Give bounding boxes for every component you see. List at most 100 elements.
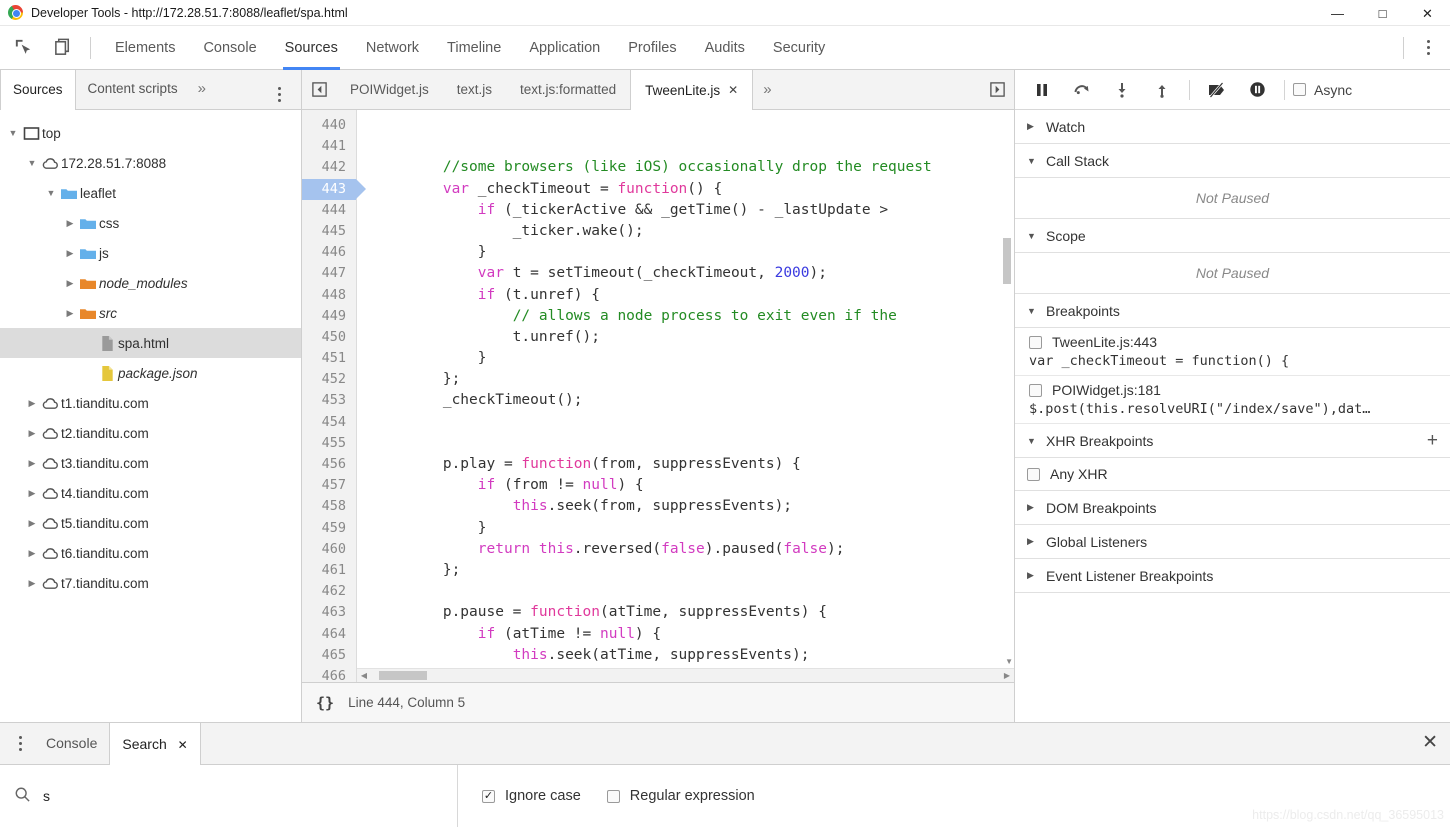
line-number[interactable]: 459: [302, 518, 356, 539]
line-number[interactable]: 458: [302, 496, 356, 517]
async-checkbox[interactable]: [1293, 83, 1306, 96]
code-line[interactable]: p.pause = function(atTime, suppressEvent…: [373, 602, 1014, 623]
xhr-breakpoint-checkbox[interactable]: [1027, 467, 1040, 481]
tab-sources[interactable]: Sources: [271, 26, 352, 70]
code-line[interactable]: // allows a node process to exit even if…: [373, 306, 1014, 327]
tab-console[interactable]: Console: [189, 26, 270, 70]
chevron-right-icon[interactable]: ▶: [25, 548, 39, 559]
editor-vertical-scrollbar[interactable]: [1000, 110, 1014, 668]
editor-tab-text-js[interactable]: text.js: [443, 70, 506, 109]
code-line[interactable]: }: [373, 518, 1014, 539]
line-number[interactable]: 465: [302, 645, 356, 666]
code-line[interactable]: };: [373, 560, 1014, 581]
code-line[interactable]: this.seek(from, suppressEvents);: [373, 496, 1014, 517]
section-watch[interactable]: ▶ Watch: [1015, 110, 1450, 144]
line-number[interactable]: 464: [302, 624, 356, 645]
search-input[interactable]: s: [0, 765, 458, 827]
scroll-tabs-right-icon[interactable]: [980, 70, 1014, 109]
pretty-print-icon[interactable]: {}: [316, 694, 334, 712]
code-line[interactable]: if (from != null) {: [373, 475, 1014, 496]
navigator-tab-sources[interactable]: Sources: [0, 70, 76, 110]
line-number[interactable]: 455: [302, 433, 356, 454]
line-number[interactable]: 462: [302, 581, 356, 602]
line-number[interactable]: 441: [302, 136, 356, 157]
line-number[interactable]: 444: [302, 200, 356, 221]
code-line[interactable]: t.unref();: [373, 327, 1014, 348]
code-line[interactable]: if (atTime != null) {: [373, 624, 1014, 645]
code-line[interactable]: _ticker.wake();: [373, 221, 1014, 242]
tab-application[interactable]: Application: [515, 26, 614, 70]
file-tree-item[interactable]: ▶ t7.tianditu.com: [0, 568, 301, 598]
source-code[interactable]: //some browsers (like iOS) occasionally …: [357, 110, 1014, 682]
chevron-down-icon[interactable]: ▼: [6, 128, 20, 138]
file-tree-item[interactable]: ▶ src: [0, 298, 301, 328]
file-tree-item[interactable]: ▶ node_modules: [0, 268, 301, 298]
minimize-button[interactable]: —: [1315, 0, 1360, 26]
line-number[interactable]: 449: [302, 306, 356, 327]
section-dom-breakpoints[interactable]: ▶ DOM Breakpoints: [1015, 491, 1450, 525]
chevron-right-icon[interactable]: ▶: [25, 518, 39, 529]
line-number[interactable]: 466: [302, 666, 356, 682]
pause-on-exceptions-button[interactable]: [1238, 73, 1276, 107]
tab-elements[interactable]: Elements: [101, 26, 189, 70]
line-number[interactable]: 451: [302, 348, 356, 369]
code-line[interactable]: if (t.unref) {: [373, 285, 1014, 306]
regex-option[interactable]: Regular expression: [606, 788, 755, 804]
line-number[interactable]: 450: [302, 327, 356, 348]
ignore-case-checkbox[interactable]: ✓: [482, 789, 495, 803]
editor-tab-tweenlite[interactable]: TweenLite.js ✕: [630, 70, 754, 110]
close-icon[interactable]: ✕: [728, 83, 738, 97]
deactivate-breakpoints-button[interactable]: [1198, 73, 1236, 107]
chevron-right-icon[interactable]: ▶: [63, 278, 77, 289]
line-number[interactable]: 445: [302, 221, 356, 242]
file-tree-item[interactable]: ▶ t4.tianditu.com: [0, 478, 301, 508]
close-drawer-icon[interactable]: ✕: [1422, 733, 1438, 752]
scroll-right-arrow-icon[interactable]: ▶: [1000, 671, 1014, 680]
inspect-element-icon[interactable]: [6, 31, 40, 65]
line-number[interactable]: 454: [302, 412, 356, 433]
regex-checkbox[interactable]: [606, 789, 620, 803]
code-line[interactable]: [373, 412, 1014, 433]
close-icon[interactable]: ✕: [178, 738, 188, 752]
code-line[interactable]: this.seek(atTime, suppressEvents);: [373, 645, 1014, 666]
breakpoint-item[interactable]: TweenLite.js:443 var _checkTimeout = fun…: [1015, 328, 1450, 376]
line-number[interactable]: 447: [302, 263, 356, 284]
devtools-menu-icon[interactable]: [1414, 33, 1442, 63]
code-line[interactable]: var _checkTimeout = function() {: [373, 179, 1014, 200]
scroll-tabs-left-icon[interactable]: [302, 70, 336, 109]
line-number[interactable]: 448: [302, 285, 356, 306]
chevron-down-icon[interactable]: ▼: [25, 158, 39, 168]
line-number[interactable]: 440: [302, 115, 356, 136]
tab-profiles[interactable]: Profiles: [614, 26, 690, 70]
file-tree-item[interactable]: ▼ 172.28.51.7:8088: [0, 148, 301, 178]
code-line[interactable]: [373, 581, 1014, 602]
breakpoint-checkbox[interactable]: [1029, 335, 1042, 349]
chevron-right-icon[interactable]: ▶: [63, 248, 77, 259]
file-tree-item[interactable]: ▶ t6.tianditu.com: [0, 538, 301, 568]
file-tree-item[interactable]: ▼ top: [0, 118, 301, 148]
code-line[interactable]: var t = setTimeout(_checkTimeout, 2000);: [373, 263, 1014, 284]
chevron-right-icon[interactable]: ▶: [63, 308, 77, 319]
editor-tab-poiwidget[interactable]: POIWidget.js: [336, 70, 443, 109]
scroll-left-arrow-icon[interactable]: ◀: [357, 671, 371, 680]
file-tree-item[interactable]: ▶spa.html: [0, 328, 301, 358]
line-number[interactable]: 443: [302, 178, 366, 200]
file-tree-item[interactable]: ▶ t1.tianditu.com: [0, 388, 301, 418]
drawer-tab-console[interactable]: Console: [34, 722, 109, 764]
chevron-right-icon[interactable]: ▶: [25, 428, 39, 439]
tab-network[interactable]: Network: [352, 26, 433, 70]
add-xhr-breakpoint-icon[interactable]: +: [1427, 431, 1438, 450]
code-line[interactable]: [373, 115, 1014, 136]
chevron-right-icon[interactable]: ▶: [25, 488, 39, 499]
file-tree-item[interactable]: ▶package.json: [0, 358, 301, 388]
section-global-listeners[interactable]: ▶ Global Listeners: [1015, 525, 1450, 559]
chevron-right-icon[interactable]: ▶: [25, 458, 39, 469]
code-line[interactable]: [373, 433, 1014, 454]
file-tree-item[interactable]: ▶ css: [0, 208, 301, 238]
async-toggle[interactable]: Async: [1293, 82, 1352, 98]
chevron-down-icon[interactable]: ▼: [44, 188, 58, 198]
ignore-case-option[interactable]: ✓ Ignore case: [482, 788, 581, 804]
file-tree-item[interactable]: ▶ t5.tianditu.com: [0, 508, 301, 538]
code-line[interactable]: //some browsers (like iOS) occasionally …: [373, 157, 1014, 178]
code-line[interactable]: return this.reversed(false).paused(false…: [373, 539, 1014, 560]
